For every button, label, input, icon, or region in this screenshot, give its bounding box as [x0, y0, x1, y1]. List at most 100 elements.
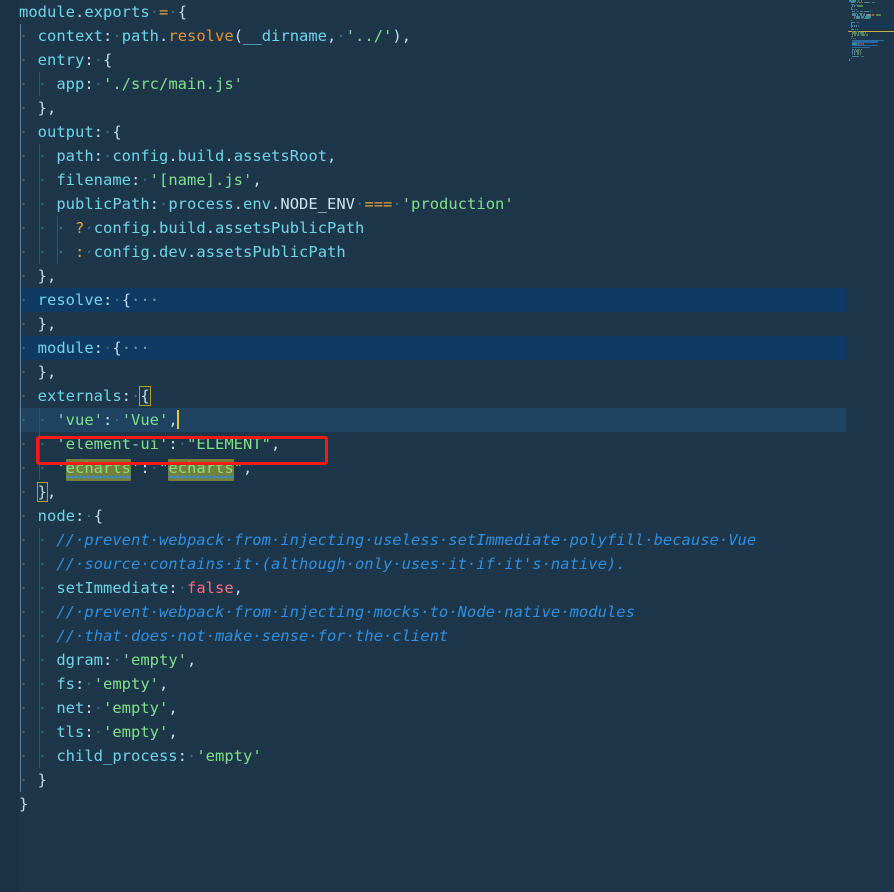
code-line[interactable]: · · path:·config.build.assetsRoot,	[0, 144, 846, 168]
code-line[interactable]: · },	[0, 360, 846, 384]
code-token: process	[168, 195, 234, 213]
code-line[interactable]: · · setImmediate:·false,	[0, 576, 846, 600]
code-line[interactable]: · · · ?·config.build.assetsPublicPath	[0, 216, 846, 240]
code-line[interactable]: · · 'echarts':·"echarts",	[0, 456, 846, 481]
code-token: output	[37, 123, 94, 141]
whitespace-dots: · ·	[19, 555, 57, 573]
code-line[interactable]: · output:·{	[0, 120, 846, 144]
code-token: ·	[112, 27, 122, 45]
code-token: ·	[168, 3, 178, 21]
code-token: exports	[84, 3, 150, 21]
code-line[interactable]: ❯· module:·{···	[0, 336, 846, 360]
code-line-text: · · //·prevent·webpack·from·injecting·us…	[0, 528, 756, 552]
code-minimap[interactable]	[848, 0, 894, 892]
code-token: ,	[168, 723, 178, 741]
code-line[interactable]: · entry:·{	[0, 48, 846, 72]
code-line[interactable]: · · · :·config.dev.assetsPublicPath	[0, 240, 846, 264]
code-string: 'empty'	[196, 747, 262, 765]
code-token: :	[103, 27, 113, 45]
code-line[interactable]: · },	[0, 264, 846, 288]
whitespace-dots: ·	[19, 291, 38, 309]
code-line-text: · · dgram:·'empty',	[0, 648, 196, 672]
code-line[interactable]: · · 'element-ui':·"ELEMENT",	[0, 432, 846, 456]
code-line[interactable]: · · publicPath:·process.env.NODE_ENV·===…	[0, 192, 846, 216]
whitespace-dots: · ·	[19, 411, 57, 429]
code-line[interactable]: · · tls:·'empty',	[0, 720, 846, 744]
code-token: assetsPublicPath	[215, 219, 365, 237]
code-token: =	[159, 3, 169, 21]
code-token: publicPath	[56, 195, 150, 213]
code-token: ·	[112, 411, 122, 429]
code-line[interactable]: · · child_process:·'empty'	[0, 744, 846, 768]
code-line[interactable]: · },	[0, 312, 846, 336]
code-comment: //·prevent·webpack·from·injecting·mocks·…	[56, 603, 635, 621]
fold-gutter[interactable]	[0, 0, 19, 892]
code-line[interactable]: }	[0, 792, 846, 816]
code-token: :	[103, 651, 113, 669]
code-line[interactable]: · · //·prevent·webpack·from·injecting·mo…	[0, 600, 846, 624]
whitespace-dots: ·	[19, 51, 38, 69]
minimap-line	[848, 59, 894, 61]
code-token: {	[177, 3, 188, 21]
code-string: '../'	[345, 27, 393, 45]
code-token: ·	[103, 123, 113, 141]
code-line[interactable]: module.exports·=·{	[0, 0, 846, 24]
code-line[interactable]: · node:·{	[0, 504, 846, 528]
code-line-text: · · //·that·does·not·make·sense·for·the·…	[0, 624, 448, 648]
code-content[interactable]: module.exports·=·{· context:·path.resolv…	[0, 0, 846, 892]
code-token: {	[103, 51, 113, 69]
code-token: ,	[271, 435, 281, 453]
code-line[interactable]: · · fs:·'empty',	[0, 672, 846, 696]
code-line[interactable]: · · filename:·'[name].js',	[0, 168, 846, 192]
code-line[interactable]: · · //·source·contains·it·(although·only…	[0, 552, 846, 576]
code-line[interactable]: · · app:·'./src/main.js'	[0, 72, 846, 96]
code-token: :	[84, 51, 94, 69]
code-token: {	[112, 123, 122, 141]
code-string: "ELEMENT"	[187, 435, 271, 453]
code-token: :	[103, 411, 113, 429]
code-token: false	[187, 579, 234, 597]
occurrence-highlight: echarts	[168, 459, 234, 481]
code-token: entry	[37, 51, 85, 69]
code-token: net	[56, 699, 85, 717]
code-token: app	[56, 75, 85, 93]
code-token: },	[37, 99, 57, 117]
code-line[interactable]: · },	[0, 480, 846, 504]
code-token: config	[93, 219, 150, 237]
code-string: '[name].js'	[149, 171, 253, 189]
code-string: 'empty'	[103, 699, 169, 717]
code-line[interactable]: · · net:·'empty',	[0, 696, 846, 720]
code-token: :	[84, 75, 94, 93]
code-line[interactable]: · externals:·{	[0, 384, 846, 408]
code-line[interactable]: · · //·that·does·not·make·sense·for·the·…	[0, 624, 846, 648]
code-token: .	[205, 219, 216, 237]
code-token: .	[168, 147, 178, 165]
code-comment: //·prevent·webpack·from·injecting·useles…	[56, 531, 757, 549]
code-token: ,	[159, 675, 169, 693]
whitespace-dots: ·	[19, 387, 38, 405]
code-string: '	[56, 459, 66, 477]
code-line[interactable]: · },	[0, 96, 846, 120]
whitespace-dots: · ·	[19, 531, 57, 549]
code-token: },	[37, 315, 57, 333]
code-token: ·	[103, 339, 113, 357]
whitespace-dots: ·	[19, 267, 38, 285]
whitespace-dots: · ·	[19, 747, 57, 765]
code-line[interactable]: · }	[0, 768, 846, 792]
code-line-text: · · · :·config.dev.assetsPublicPath	[0, 240, 346, 264]
code-line[interactable]: ❯· resolve:·{···	[0, 288, 846, 312]
code-comment: //·source·contains·it·(although·only·use…	[56, 555, 626, 573]
code-line[interactable]: · · dgram:·'empty',	[0, 648, 846, 672]
code-line[interactable]: · context:·path.resolve(__dirname,·'../'…	[0, 24, 846, 48]
whitespace-dots: · ·	[19, 195, 57, 213]
code-token: {	[121, 291, 132, 309]
code-token: ·	[93, 699, 104, 717]
code-comment: //·that·does·not·make·sense·for·the·clie…	[56, 627, 449, 645]
text-caret	[176, 410, 179, 429]
code-editor[interactable]: module.exports·=·{· context:·path.resolv…	[0, 0, 894, 892]
code-line[interactable]: · · //·prevent·webpack·from·injecting·us…	[0, 528, 846, 552]
code-token: :	[130, 171, 141, 189]
whitespace-dots: · ·	[19, 723, 57, 741]
code-line[interactable]: · · 'vue':·'Vue',	[0, 408, 846, 432]
code-line-text: · resolve:·{···	[0, 288, 159, 312]
